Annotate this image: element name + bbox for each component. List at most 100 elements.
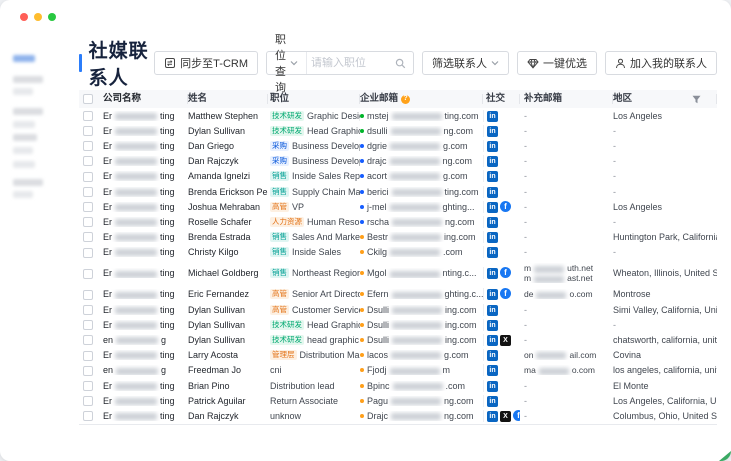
linkedin-icon[interactable]: in: [487, 335, 498, 346]
blurred-text: [115, 413, 157, 420]
sidebar-item-blurred[interactable]: [13, 88, 33, 95]
contact-name: Freedman Jo: [188, 365, 268, 375]
row-checkbox-cell: [79, 110, 99, 121]
facebook-icon[interactable]: f: [500, 288, 511, 299]
row-checkbox[interactable]: [83, 290, 93, 300]
row-checkbox[interactable]: [83, 187, 93, 197]
linkedin-icon[interactable]: in: [487, 141, 498, 152]
email-cell: Drajcng.com: [360, 411, 483, 421]
extra-email-cell: -: [520, 320, 613, 330]
sidebar-item-blurred[interactable]: [13, 121, 35, 128]
position-search-input[interactable]: [307, 57, 395, 69]
region-text: los angeles, california, unit...: [613, 365, 717, 375]
facebook-icon[interactable]: f: [500, 267, 511, 278]
contact-name: Brenda Estrada: [188, 232, 268, 242]
region-cell: -: [613, 187, 717, 197]
filter-contacts-dropdown[interactable]: 筛选联系人: [422, 51, 509, 75]
row-checkbox[interactable]: [83, 351, 93, 361]
position-cell: Return Associate: [268, 396, 360, 406]
table-row: Erting Brenda Estrada 销售Sales And Market…: [79, 230, 717, 245]
position-title: Senior Art Director: [292, 289, 360, 299]
sidebar-item-blurred[interactable]: [13, 147, 33, 154]
linkedin-icon[interactable]: in: [487, 217, 498, 228]
row-checkbox[interactable]: [83, 269, 93, 279]
linkedin-icon[interactable]: in: [487, 232, 498, 243]
blurred-text: [115, 271, 157, 278]
x-icon[interactable]: X: [500, 411, 511, 422]
row-checkbox[interactable]: [83, 305, 93, 315]
position-title: Distribution lead: [270, 381, 335, 391]
position-title: Inside Sales: [292, 247, 341, 257]
linkedin-icon[interactable]: in: [487, 171, 498, 182]
position-title: head graphic design...: [307, 335, 360, 345]
sidebar-item-blurred[interactable]: [13, 161, 35, 168]
social-icons: in: [483, 140, 520, 152]
one-click-select-button[interactable]: 一键优选: [517, 51, 597, 75]
linkedin-icon[interactable]: in: [487, 111, 498, 122]
row-checkbox[interactable]: [83, 217, 93, 227]
row-checkbox[interactable]: [83, 126, 93, 136]
position-tag: 高管: [270, 202, 289, 212]
search-icon[interactable]: [395, 58, 413, 69]
blurred-text: [393, 383, 443, 390]
row-checkbox[interactable]: [83, 248, 93, 258]
row-checkbox[interactable]: [83, 111, 93, 121]
email-cell: rschang.com: [360, 217, 483, 227]
row-checkbox[interactable]: [83, 320, 93, 330]
facebook-icon[interactable]: f: [500, 201, 511, 212]
linkedin-icon[interactable]: in: [487, 320, 498, 331]
maximize-window-button[interactable]: [48, 13, 56, 21]
row-checkbox[interactable]: [83, 156, 93, 166]
linkedin-icon[interactable]: in: [487, 202, 498, 213]
linkedin-icon[interactable]: in: [487, 381, 498, 392]
blurred-text: [115, 249, 157, 256]
linkedin-icon[interactable]: in: [487, 268, 498, 279]
contact-name: Brian Pino: [188, 381, 268, 391]
add-to-my-contacts-button[interactable]: 加入我的联系人: [605, 51, 717, 75]
region-text: Los Angeles, California, Un...: [613, 396, 717, 406]
row-checkbox[interactable]: [83, 396, 93, 406]
filter-funnel-icon[interactable]: [692, 95, 701, 104]
sidebar-item-blurred[interactable]: [13, 55, 35, 62]
row-checkbox[interactable]: [83, 172, 93, 182]
position-tag: 管理层: [270, 350, 297, 360]
linkedin-icon[interactable]: in: [487, 305, 498, 316]
linkedin-icon[interactable]: in: [487, 396, 498, 407]
linkedin-icon[interactable]: in: [487, 365, 498, 376]
linkedin-icon[interactable]: in: [487, 289, 498, 300]
position-query-dropdown[interactable]: 职位查询: [267, 52, 307, 74]
question-circle-icon[interactable]: ?: [401, 95, 410, 104]
linkedin-icon[interactable]: in: [487, 156, 498, 167]
linkedin-icon[interactable]: in: [487, 350, 498, 361]
row-checkbox[interactable]: [83, 141, 93, 151]
linkedin-icon[interactable]: in: [487, 247, 498, 258]
row-checkbox[interactable]: [83, 202, 93, 212]
row-checkbox-cell: [79, 186, 99, 197]
sidebar-item-blurred[interactable]: [13, 191, 33, 198]
row-checkbox[interactable]: [83, 381, 93, 391]
linkedin-icon[interactable]: in: [487, 187, 498, 198]
extra-email: muth.net: [524, 263, 609, 273]
x-icon[interactable]: X: [500, 335, 511, 346]
title-accent-bar: [79, 54, 82, 72]
row-checkbox[interactable]: [83, 366, 93, 376]
table-row: Erting Joshua Mehraban 高管VP j-melghting.…: [79, 199, 717, 214]
linkedin-icon[interactable]: in: [487, 411, 498, 422]
sidebar-item-blurred[interactable]: [13, 108, 43, 115]
facebook-icon[interactable]: f: [513, 410, 520, 421]
region-text: Los Angeles: [613, 111, 662, 121]
row-checkbox[interactable]: [83, 232, 93, 242]
sidebar-item-blurred[interactable]: [13, 76, 43, 83]
sidebar-item-blurred[interactable]: [13, 134, 37, 141]
position-cell: 采购Business Development ...: [268, 141, 360, 151]
row-checkbox[interactable]: [83, 335, 93, 345]
row-checkbox[interactable]: [83, 411, 93, 421]
header-checkbox-cell: [79, 90, 99, 108]
linkedin-icon[interactable]: in: [487, 126, 498, 137]
sidebar-item-blurred[interactable]: [13, 179, 43, 186]
company-name: Erting: [99, 247, 188, 257]
close-window-button[interactable]: [20, 13, 28, 21]
minimize-window-button[interactable]: [34, 13, 42, 21]
select-all-checkbox[interactable]: [83, 94, 93, 104]
sync-to-tcrm-button[interactable]: 同步至T-CRM: [154, 51, 258, 75]
